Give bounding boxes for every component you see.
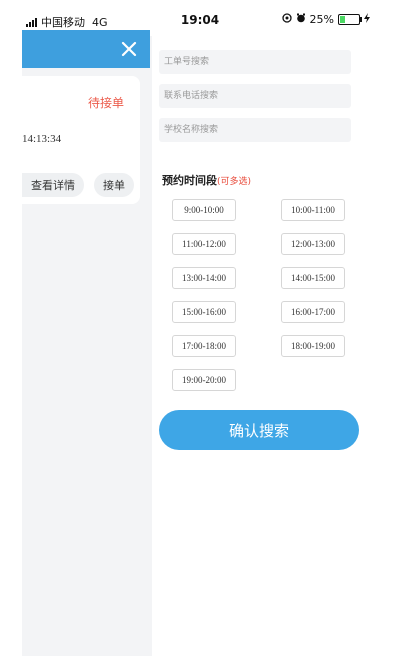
battery-percent: 25% <box>309 13 334 26</box>
battery-icon <box>338 14 362 25</box>
time-slot[interactable]: 9:00-10:00 <box>172 199 236 221</box>
confirm-search-button[interactable]: 确认搜索 <box>159 410 359 450</box>
order-time: 14:13:34 <box>22 133 62 145</box>
view-detail-button[interactable]: 查看详情 <box>22 173 84 197</box>
lock-rotation-icon <box>281 13 292 26</box>
time-slot-section-title: 预约时间段(可多选) <box>162 172 251 188</box>
close-icon[interactable] <box>120 40 138 58</box>
alarm-icon <box>296 13 306 26</box>
status-bar-right: 25% <box>281 13 370 26</box>
time-slot[interactable]: 11:00-12:00 <box>172 233 236 255</box>
time-slot[interactable]: 15:00-16:00 <box>172 301 236 323</box>
time-slot[interactable]: 19:00-20:00 <box>172 369 236 391</box>
time-slot[interactable]: 17:00-18:00 <box>172 335 236 357</box>
time-slot[interactable]: 10:00-11:00 <box>281 199 345 221</box>
time-slot[interactable]: 14:00-15:00 <box>281 267 345 289</box>
time-slot[interactable]: 16:00-17:00 <box>281 301 345 323</box>
order-number-search-input[interactable] <box>159 50 351 74</box>
time-slot-title: 预约时间段 <box>162 174 217 187</box>
time-slot[interactable]: 18:00-19:00 <box>281 335 345 357</box>
phone-search-input[interactable] <box>159 84 351 108</box>
charging-icon <box>364 13 370 26</box>
school-search-input[interactable] <box>159 118 351 142</box>
accept-order-button[interactable]: 接单 <box>94 173 134 197</box>
order-status-badge: 待接单 <box>88 96 125 110</box>
time-slot[interactable]: 12:00-13:00 <box>281 233 345 255</box>
multi-select-hint: (可多选) <box>217 177 252 187</box>
right-margin <box>367 36 400 666</box>
time-slot[interactable]: 13:00-14:00 <box>172 267 236 289</box>
